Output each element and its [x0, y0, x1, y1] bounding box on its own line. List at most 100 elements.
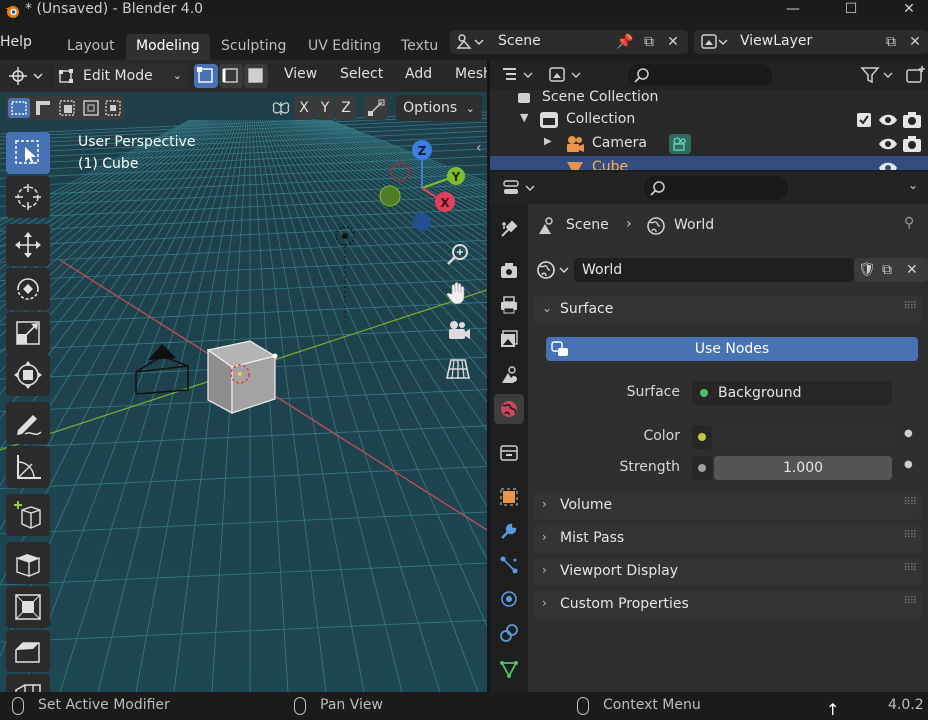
tab-render[interactable] [494, 256, 524, 286]
breadcrumb-world[interactable]: World [674, 217, 714, 233]
disclosure-triangle-icon[interactable]: ▶ [544, 136, 552, 147]
auto-merge-button[interactable] [364, 96, 388, 120]
panel-mist-pass-header[interactable]: › Mist Pass ⠿⠿ [534, 525, 922, 553]
new-viewlayer-icon[interactable]: ⧉ [880, 31, 902, 53]
new-collection-icon[interactable] [904, 65, 926, 85]
drag-grip-icon[interactable]: ⠿⠿ [903, 530, 917, 541]
color-socket-button[interactable] [692, 425, 712, 449]
tool-transform[interactable] [6, 354, 50, 396]
tab-modifiers[interactable] [494, 516, 524, 546]
duplicate-icon[interactable]: ⧉ [882, 258, 892, 282]
eye-icon[interactable] [878, 112, 898, 128]
eye-icon[interactable] [878, 160, 898, 170]
menu-mesh[interactable]: Mesh [455, 66, 487, 82]
display-mode-icon[interactable] [548, 66, 584, 84]
drag-grip-icon[interactable]: ⠿⠿ [903, 497, 917, 508]
mirror-x-toggle[interactable]: X [294, 96, 314, 120]
tab-constraints[interactable] [494, 618, 524, 648]
tab-layout[interactable]: Layout [57, 34, 125, 60]
perspective-grid-icon[interactable] [443, 354, 473, 384]
drag-grip-icon[interactable]: ⠿⠿ [903, 563, 917, 574]
menu-help[interactable]: Help [0, 34, 32, 50]
tab-particles[interactable] [494, 550, 524, 580]
select-mode-buttons[interactable] [6, 96, 124, 120]
tab-view-layer[interactable] [494, 324, 524, 354]
tab-object[interactable] [494, 482, 524, 512]
tool-extrude[interactable] [6, 542, 50, 584]
panel-custom-properties-header[interactable]: › Custom Properties ⠿⠿ [534, 591, 922, 619]
tab-world[interactable] [494, 394, 524, 424]
delete-scene-icon[interactable]: ✕ [662, 31, 684, 53]
options-dropdown[interactable]: Options ⌄ [396, 95, 482, 121]
tab-data[interactable] [494, 654, 524, 684]
mirror-y-toggle[interactable]: Y [315, 96, 335, 120]
3d-viewport[interactable]: User Perspective (1) Cube Z Y X ‹ [0, 60, 487, 692]
pin-icon[interactable]: 📌 [614, 31, 636, 53]
tab-uv-editing[interactable]: UV Editing [298, 34, 391, 60]
delete-viewlayer-icon[interactable]: ✕ [904, 31, 926, 53]
outliner-search-input[interactable] [628, 64, 772, 86]
strength-field[interactable]: 1.000 [714, 456, 892, 480]
tool-measure[interactable] [6, 446, 50, 488]
use-nodes-button[interactable]: Use Nodes [546, 337, 918, 361]
strength-socket-button[interactable] [692, 456, 712, 480]
properties-search-input[interactable] [644, 176, 788, 200]
panel-viewport-display-header[interactable]: › Viewport Display ⠿⠿ [534, 558, 922, 586]
chevron-left-icon[interactable]: ‹ [476, 140, 482, 156]
tool-move[interactable] [6, 224, 50, 266]
tool-add-cube[interactable] [6, 494, 50, 536]
chevron-down-icon[interactable]: ⌄ [908, 178, 918, 192]
fake-user-shield-icon[interactable]: 🛡 [858, 258, 876, 282]
outliner-row-cube[interactable]: Cube [490, 156, 928, 170]
menu-view[interactable]: View [284, 66, 317, 82]
outliner-editor-icon[interactable] [500, 66, 536, 84]
outliner-row-scene-collection[interactable]: Scene Collection [490, 86, 928, 110]
editor-type-button[interactable] [6, 64, 46, 88]
mirror-z-toggle[interactable]: Z [336, 96, 356, 120]
pan-hand-icon[interactable] [443, 278, 473, 308]
tool-bevel[interactable] [6, 630, 50, 672]
mirror-butterfly-icon[interactable] [270, 98, 292, 118]
tool-select-box[interactable] [6, 132, 50, 174]
tab-scene[interactable] [494, 360, 524, 390]
cube-object[interactable] [206, 340, 278, 415]
tab-tool[interactable] [494, 214, 524, 244]
vertex-select-button[interactable] [194, 64, 218, 88]
properties-editor-icon[interactable] [502, 179, 538, 197]
disclosure-triangle-icon[interactable]: ▼ [520, 111, 528, 124]
outliner-row-camera[interactable]: ▶ Camera [490, 132, 928, 156]
breadcrumb-scene[interactable]: Scene [566, 217, 609, 233]
render-camera-icon[interactable] [902, 135, 922, 153]
tab-output[interactable] [494, 290, 524, 320]
pin-icon[interactable]: ⚲ [904, 215, 914, 231]
filter-icon[interactable] [860, 66, 896, 84]
tool-rotate[interactable] [6, 268, 50, 310]
panel-volume-header[interactable]: › Volume ⠿⠿ [534, 492, 922, 520]
edge-select-button[interactable] [219, 64, 243, 88]
minimize-button[interactable]: — [778, 0, 808, 22]
close-window-button[interactable]: ✕ [894, 0, 924, 22]
drag-grip-icon[interactable]: ⠿⠿ [903, 301, 917, 312]
world-browse-button[interactable] [536, 258, 572, 282]
tool-scale[interactable] [6, 312, 50, 354]
tab-texture-paint[interactable]: Textu [391, 34, 448, 60]
color-swatch[interactable] [714, 425, 892, 449]
mode-selector[interactable]: Edit Mode ⌄ [54, 64, 188, 88]
zoom-icon[interactable] [443, 240, 473, 270]
maximize-button[interactable]: ☐ [836, 0, 866, 22]
new-scene-icon[interactable]: ⧉ [638, 31, 660, 53]
surface-shader-selector[interactable]: Background [692, 381, 892, 405]
tool-inset[interactable] [6, 586, 50, 628]
tab-physics[interactable] [494, 584, 524, 614]
face-select-button[interactable] [244, 64, 268, 88]
menu-add[interactable]: Add [405, 66, 432, 82]
keyframe-dot-icon[interactable]: ● [904, 428, 913, 439]
navigation-gizmo[interactable]: Z Y X [376, 136, 472, 236]
menu-select[interactable]: Select [340, 66, 383, 82]
camera-view-icon[interactable] [443, 316, 473, 346]
tab-collection[interactable] [494, 438, 524, 468]
outliner-row-collection[interactable]: ▼ Collection [490, 108, 928, 132]
tab-modeling[interactable]: Modeling [126, 34, 210, 60]
eye-icon[interactable] [878, 136, 898, 152]
include-checkbox-icon[interactable] [856, 112, 872, 128]
